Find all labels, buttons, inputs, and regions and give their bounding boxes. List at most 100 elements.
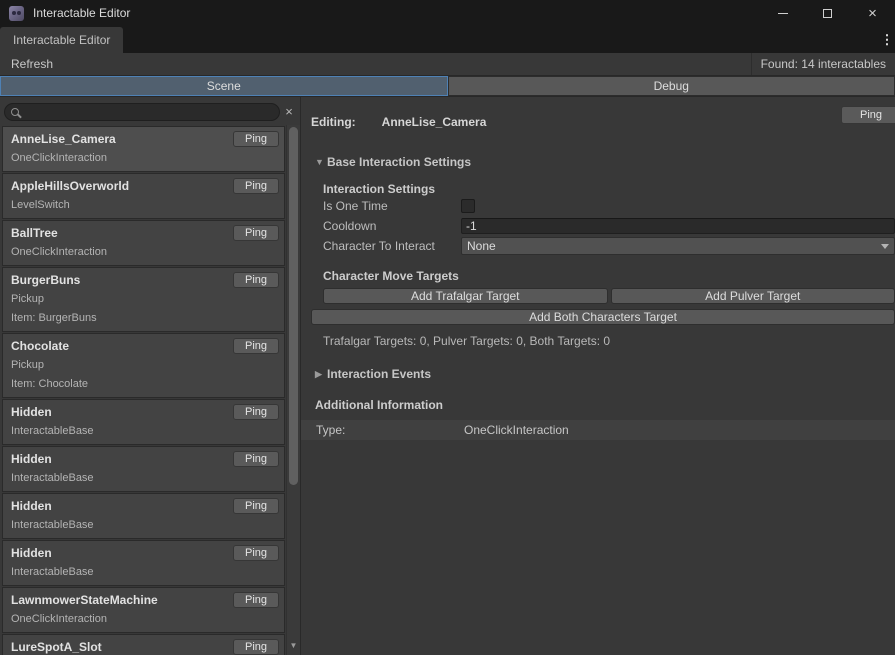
item-ping-button[interactable]: Ping [233,592,279,608]
foldout-closed-icon: ▶ [315,369,327,380]
item-ping-button[interactable]: Ping [233,545,279,561]
cooldown-row: Cooldown [323,216,895,236]
search-row: × [0,97,300,125]
refresh-button[interactable]: Refresh [0,53,64,75]
list-item[interactable]: Hidden Ping InteractableBase [2,493,285,539]
character-to-interact-value: None [467,239,496,253]
item-ping-button[interactable]: Ping [233,272,279,288]
app-icon [9,6,24,21]
add-trafalgar-target-button[interactable]: Add Trafalgar Target [323,288,608,304]
close-icon: × [868,6,877,21]
toolbar: Refresh Found: 14 interactables [0,53,895,76]
found-count-label: Found: 14 interactables [751,53,895,75]
interaction-events-foldout-label: Interaction Events [327,367,431,381]
targets-summary: Trafalgar Targets: 0, Pulver Targets: 0,… [323,334,895,348]
list-item[interactable]: LawnmowerStateMachine Ping OneClickInter… [2,587,285,633]
is-one-time-row: Is One Time [323,196,895,216]
tab-debug[interactable]: Debug [448,76,895,96]
type-label: Type: [316,423,464,437]
item-lines: OneClickInteraction [11,152,278,165]
editing-label: Editing: [311,115,356,129]
character-to-interact-dropdown[interactable]: None [461,237,895,255]
search-icon [11,108,19,116]
item-lines: InteractableBase [11,566,278,579]
is-one-time-label: Is One Time [323,199,461,213]
item-ping-button[interactable]: Ping [233,451,279,467]
inspector-panel: Editing: AnneLise_Camera Ping ▼ Base Int… [301,97,895,655]
character-to-interact-row: Character To Interact None [323,236,895,256]
minimize-button[interactable] [760,0,805,26]
list-item[interactable]: AppleHillsOverworld Ping LevelSwitch [2,173,285,219]
list-item[interactable]: Hidden Ping InteractableBase [2,446,285,492]
item-subtitle: Pickup [11,359,278,372]
item-subtitle: Pickup [11,293,278,306]
item-lines: InteractableBase [11,425,278,438]
foldout-open-icon: ▼ [315,157,327,167]
item-lines: InteractableBase [11,472,278,485]
content-area: × AnneLise_Camera Ping OneClickInteracti… [0,97,895,655]
target-buttons-row: Add Trafalgar Target Add Pulver Target [323,288,895,304]
list-item[interactable]: Hidden Ping InteractableBase [2,399,285,445]
window-title: Interactable Editor [33,6,130,20]
editing-value: AnneLise_Camera [382,115,487,129]
item-lines: OneClickInteraction [11,613,278,626]
titlebar: Interactable Editor × [0,0,895,26]
item-subtitle: OneClickInteraction [11,613,278,626]
scrollbar-thumb[interactable] [289,127,298,485]
scroll-down-icon[interactable]: ▼ [287,642,300,650]
search-input[interactable] [24,105,273,119]
base-settings-foldout-label: Base Interaction Settings [327,155,471,169]
interactable-list: AnneLise_Camera Ping OneClickInteraction… [0,125,286,655]
cooldown-input[interactable] [461,218,895,234]
tab-scene[interactable]: Scene [0,76,448,96]
list-item[interactable]: AnneLise_Camera Ping OneClickInteraction [2,126,285,172]
window-controls: × [760,0,895,26]
type-value: OneClickInteraction [464,423,569,437]
view-tabs: Scene Debug [0,76,895,97]
item-subtitle: InteractableBase [11,472,278,485]
maximize-button[interactable] [805,0,850,26]
editor-tab-strip: Interactable Editor ⋮ [0,26,895,53]
item-ping-button[interactable]: Ping [233,404,279,420]
add-both-characters-target-button[interactable]: Add Both Characters Target [311,309,895,325]
item-lines: OneClickInteraction [11,246,278,259]
list-item[interactable]: Chocolate Ping PickupItem: Chocolate [2,333,285,398]
search-clear-button[interactable]: × [280,104,298,119]
list-scrollbar[interactable]: ▼ [286,125,300,655]
scene-list-panel: × AnneLise_Camera Ping OneClickInteracti… [0,97,301,655]
item-subtitle: Item: BurgerBuns [11,312,278,325]
item-ping-button[interactable]: Ping [233,225,279,241]
list-item[interactable]: LureSpotA_Slot Ping [2,634,285,655]
item-subtitle: InteractableBase [11,519,278,532]
item-subtitle: OneClickInteraction [11,152,278,165]
list-item[interactable]: BallTree Ping OneClickInteraction [2,220,285,266]
editing-row: Editing: AnneLise_Camera [311,112,895,132]
search-field[interactable] [4,103,280,121]
move-targets-header: Character Move Targets [323,269,895,283]
item-subtitle: Item: Chocolate [11,378,278,391]
item-ping-button[interactable]: Ping [233,131,279,147]
editing-ping-button[interactable]: Ping [841,106,895,124]
close-button[interactable]: × [850,0,895,26]
cooldown-label: Cooldown [323,219,461,233]
list-item[interactable]: Hidden Ping InteractableBase [2,540,285,586]
add-pulver-target-button[interactable]: Add Pulver Target [611,288,895,304]
window-menu-icon[interactable]: ⋮ [879,26,895,53]
item-subtitle: InteractableBase [11,566,278,579]
item-lines: Pickup Item: BurgerBuns [11,293,278,325]
interaction-events-foldout[interactable]: ▶ Interaction Events [315,367,895,381]
item-ping-button[interactable]: Ping [233,639,279,655]
interaction-settings-header: Interaction Settings [323,182,895,196]
item-ping-button[interactable]: Ping [233,498,279,514]
type-row: Type: OneClickInteraction [301,420,895,440]
is-one-time-checkbox[interactable] [461,199,475,213]
item-ping-button[interactable]: Ping [233,338,279,354]
item-lines: Pickup Item: Chocolate [11,359,278,391]
list-item[interactable]: BurgerBuns Ping PickupItem: BurgerBuns [2,267,285,332]
base-settings-foldout[interactable]: ▼ Base Interaction Settings [315,155,895,169]
list-zone: AnneLise_Camera Ping OneClickInteraction… [0,125,300,655]
tab-interactable-editor[interactable]: Interactable Editor [0,27,123,53]
item-lines: LevelSwitch [11,199,278,212]
item-lines: InteractableBase [11,519,278,532]
item-ping-button[interactable]: Ping [233,178,279,194]
